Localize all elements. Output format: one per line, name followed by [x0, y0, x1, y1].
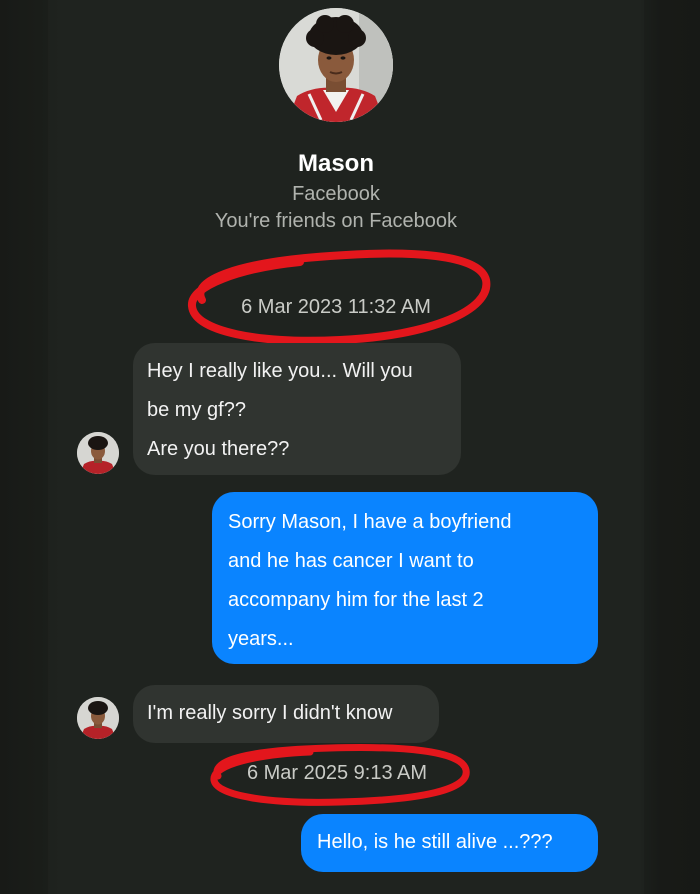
message-text-line: Sorry Mason, I have a boyfriend [228, 511, 512, 533]
message-text-line: years... [228, 628, 294, 650]
right-edge-shadow [644, 0, 700, 894]
message-text-line: Hey I really like you... Will you [147, 360, 413, 382]
profile-photo-icon [279, 8, 393, 122]
sender-avatar[interactable] [77, 697, 119, 739]
message-text-line: Are you there?? [147, 438, 290, 460]
sender-avatar[interactable] [77, 432, 119, 474]
contact-avatar[interactable] [279, 8, 393, 122]
profile-photo-small-icon [77, 697, 119, 739]
profile-photo-small-icon [77, 432, 119, 474]
friendship-status: You're friends on Facebook [214, 210, 458, 232]
contact-name: Mason [297, 150, 374, 177]
message-timestamp: 6 Mar 2023 11:32 AM [241, 296, 431, 318]
incoming-message-bubble[interactable]: I'm really sorry I didn't know [133, 685, 439, 743]
message-text-line: I'm really sorry I didn't know [147, 702, 393, 724]
message-text-line: be my gf?? [147, 399, 246, 421]
message-text-line: accompany him for the last 2 [228, 589, 484, 611]
chat-screen: Mason Facebook You're friends on Faceboo… [0, 0, 700, 894]
outgoing-message-bubble[interactable]: Hello, is he still alive ...??? [301, 814, 598, 872]
incoming-message-bubble[interactable]: Hey I really like you... Will you be my … [133, 343, 461, 475]
outgoing-message-bubble[interactable]: Sorry Mason, I have a boyfriend and he h… [212, 492, 598, 664]
left-edge-shadow [0, 0, 48, 894]
contact-source: Facebook [292, 183, 380, 205]
message-text-line: Hello, is he still alive ...??? [317, 831, 553, 853]
message-timestamp: 6 Mar 2025 9:13 AM [246, 762, 428, 784]
message-text-line: and he has cancer I want to [228, 550, 474, 572]
